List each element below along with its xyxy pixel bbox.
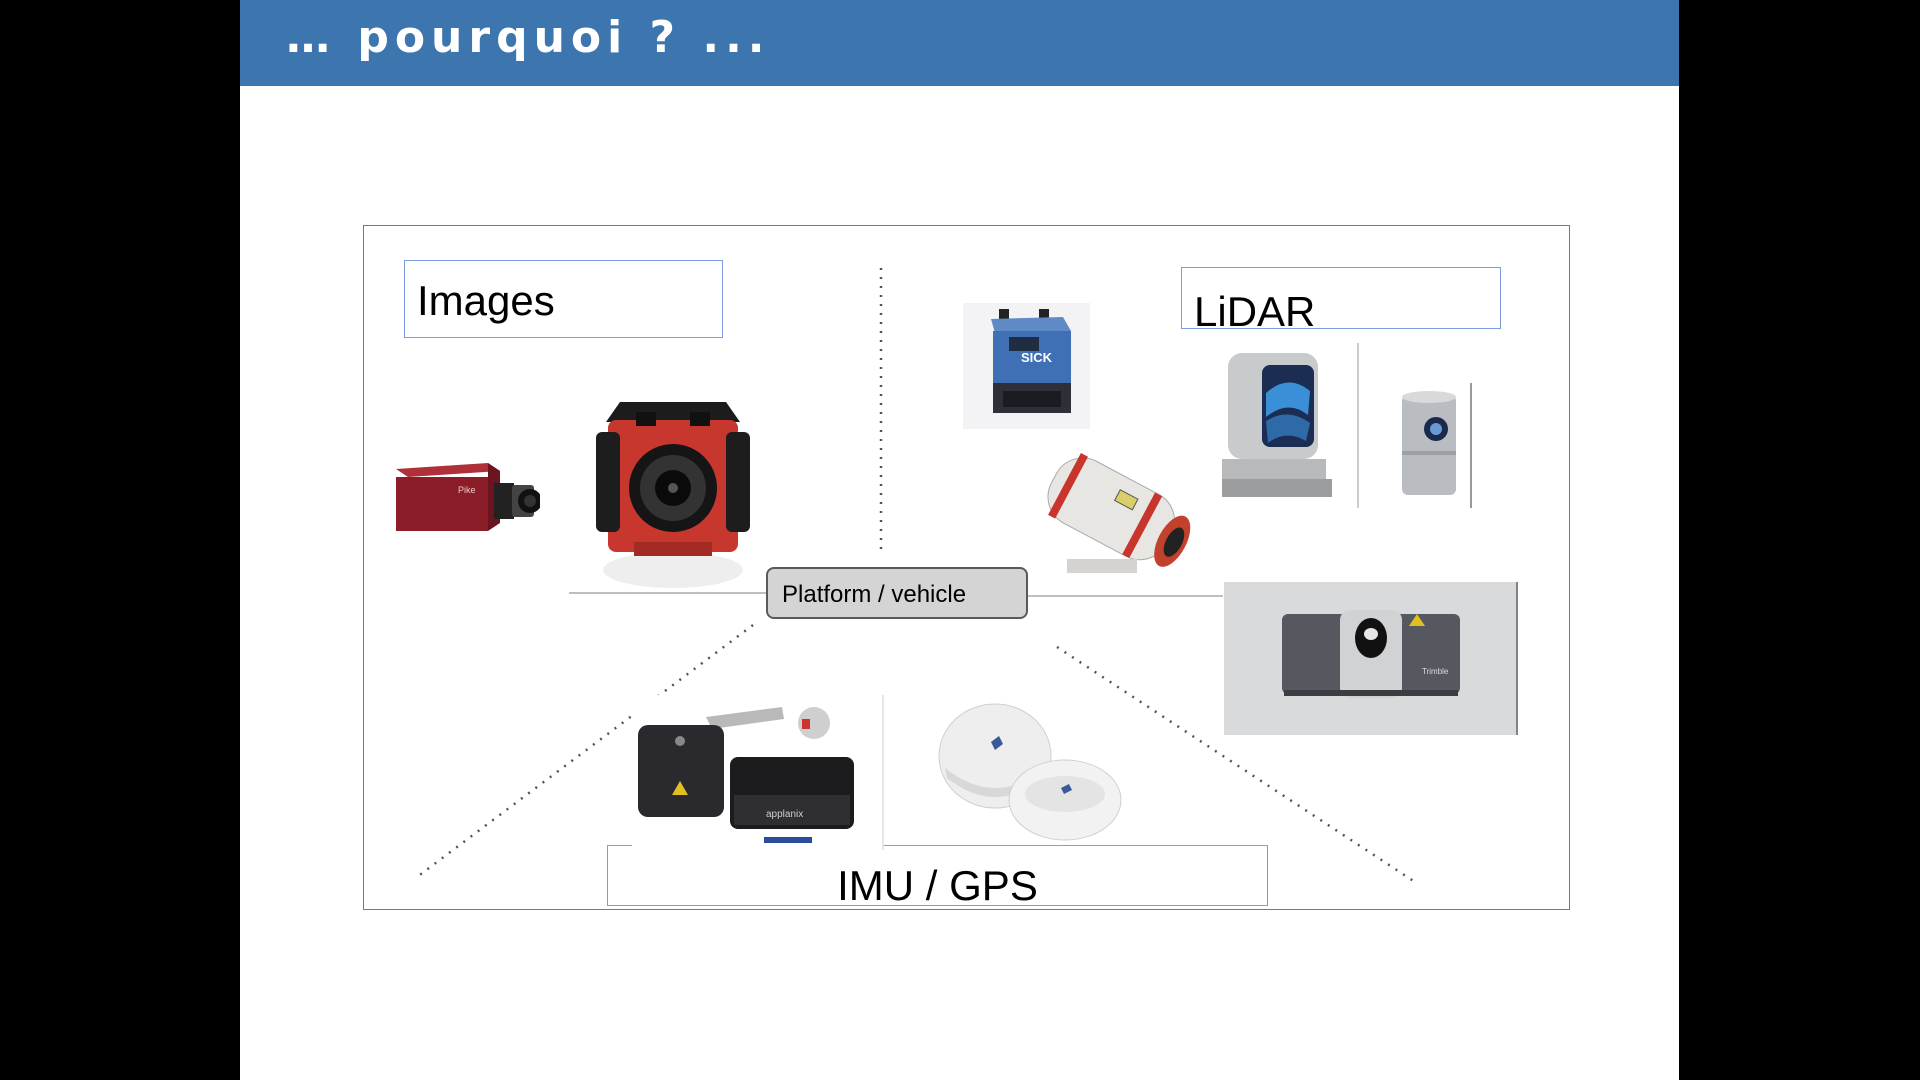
- imu-gps-label: IMU / GPS: [607, 845, 1268, 909]
- compact-cylinder-scanner-image: [1400, 383, 1472, 508]
- sick-laser-scanner-image: SICK: [963, 303, 1090, 429]
- images-label: Images: [404, 260, 723, 338]
- lidar-label: LiDAR: [1181, 267, 1501, 335]
- industrial-camera-image: Pike: [390, 455, 540, 543]
- cylindrical-scanner-image: [1047, 453, 1191, 573]
- camera-brand-text: Pike: [458, 485, 476, 495]
- spherical-camera-image: [596, 402, 750, 588]
- trimble-brand-text: Trimble: [1422, 667, 1449, 676]
- imu-brand-text: applanix: [766, 809, 803, 820]
- trimble-scanner-image: Trimble: [1224, 582, 1518, 735]
- imu-applanix-image: applanix: [632, 695, 884, 850]
- terrestrial-scanner-image: [1200, 343, 1359, 508]
- slide: … pourquoi ? ... Images LiDAR IMU / GPS …: [240, 0, 1679, 1080]
- sick-brand-text: SICK: [1021, 350, 1053, 365]
- platform-box: Platform / vehicle: [766, 567, 1028, 619]
- gps-antennas-image: [938, 703, 1122, 841]
